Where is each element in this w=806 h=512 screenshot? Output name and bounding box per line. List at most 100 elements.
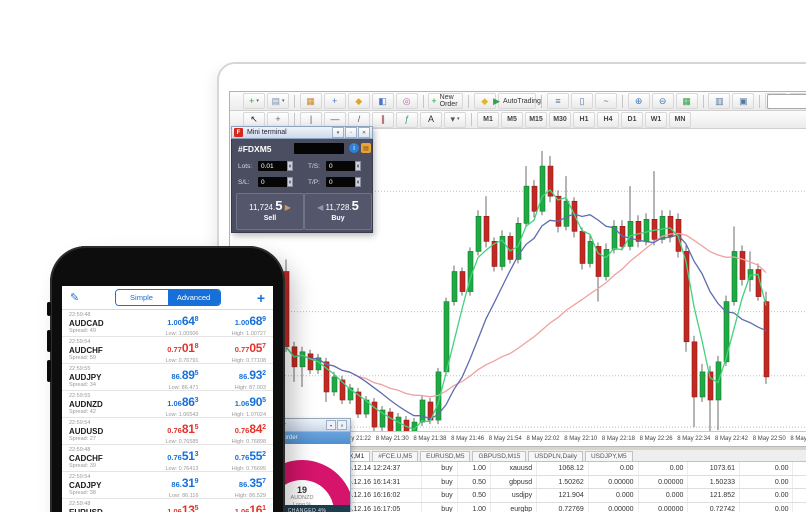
table-cell: xauusd <box>491 462 537 475</box>
quote-row-audusd[interactable]: 22:59:54AUDUSDSpread: 270.76815Low: 0.76… <box>62 418 273 445</box>
lots-stepper[interactable] <box>287 161 293 171</box>
terminal-tab-gbpusd-m15[interactable]: GBPUSD,M15 <box>472 451 526 461</box>
quote-bid[interactable]: 1.00648Low: 1.00506 <box>131 312 199 336</box>
quote-ask-price: 1.00689 <box>199 312 267 330</box>
lots-input[interactable]: 0.01 <box>258 161 289 171</box>
time-axis-label: 8 May 21:54 <box>489 436 522 442</box>
quote-high: High: 0.76695 <box>199 466 267 472</box>
quote-row-eurusd[interactable]: 22:59:48EURUSD1.061351.06161 <box>62 499 273 512</box>
mini-terminal-titlebar[interactable]: F Mini terminal ▾ ▫ ✕ <box>231 126 373 139</box>
quote-ask-price: 1.06905 <box>199 393 267 411</box>
quote-ask[interactable]: 86.932High: 87.003 <box>199 366 267 390</box>
quote-info: 22:59:54AUDCHFSpread: 59 <box>69 339 131 363</box>
quote-row-audjpy[interactable]: 22:59:55AUDJPYSpread: 3486.895Low: 86.47… <box>62 364 273 391</box>
quote-bid[interactable]: 0.77018Low: 0.76791 <box>131 339 199 363</box>
table-cell: 1073.61 <box>688 462 740 475</box>
sl-label: S/L: <box>238 179 250 186</box>
quote-bid[interactable]: 0.76815Low: 0.76585 <box>131 420 199 444</box>
quote-bid[interactable]: 0.76513Low: 0.76413 <box>131 447 199 471</box>
candle <box>628 221 633 246</box>
tab-advanced[interactable]: Advanced <box>168 290 220 305</box>
quote-pair: CADJPY <box>69 481 131 490</box>
add-symbol-icon[interactable]: + <box>245 290 265 306</box>
candle <box>644 219 649 241</box>
quote-pair: AUDCHF <box>69 346 131 355</box>
buy-button[interactable]: ◀ 11,728.5 Buy <box>304 193 372 230</box>
quote-bid-price: 0.76513 <box>131 447 199 465</box>
quote-info: 22:59:54AUDUSDSpread: 27 <box>69 420 131 444</box>
quote-ask[interactable]: 0.76552High: 0.76695 <box>199 447 267 471</box>
window-menu-icon[interactable]: ▾ <box>326 420 336 430</box>
window-menu-icon[interactable]: ▾ <box>332 127 344 138</box>
sell-price: 11,724. <box>249 203 275 212</box>
settings-icon[interactable]: ▤ <box>361 143 371 153</box>
quote-ask[interactable]: 0.76842High: 0.76898 <box>199 420 267 444</box>
quote-ask[interactable]: 0.77057High: 0.77108 <box>199 339 267 363</box>
table-cell <box>793 462 806 475</box>
sl-input[interactable]: 0 <box>258 177 289 187</box>
sell-price-big: 5 <box>275 198 282 213</box>
quote-bid[interactable]: 1.06135 <box>131 501 199 512</box>
time-axis-label: 8 May 22:42 <box>715 436 748 442</box>
quote-ask-price: 86.357 <box>199 474 267 492</box>
candle <box>764 302 769 377</box>
quotes-list: 22:59:48AUDCADSpread: 491.00648Low: 1.00… <box>62 310 273 512</box>
ts-input[interactable]: 0 <box>326 161 357 171</box>
quote-row-cadjpy[interactable]: 22:59:54CADJPYSpread: 3886.319Low: 86.11… <box>62 472 273 499</box>
phone-app-toolbar: ✎ Simple Advanced + <box>62 286 273 310</box>
window-close-icon[interactable]: ✕ <box>358 127 370 138</box>
candle <box>476 216 481 251</box>
quote-low: Low: 0.76585 <box>131 439 199 445</box>
quote-bid-price: 0.76815 <box>131 420 199 438</box>
quote-row-audnzd[interactable]: 22:59:55AUDNZDSpread: 421.06863Low: 1.06… <box>62 391 273 418</box>
edit-pencil-icon[interactable]: ✎ <box>70 291 90 304</box>
table-cell: 0.00000 <box>639 476 689 489</box>
quote-info: 22:59:48AUDCADSpread: 49 <box>69 312 131 336</box>
quote-bid[interactable]: 1.06863Low: 1.06543 <box>131 393 199 417</box>
candle <box>636 221 641 241</box>
app-logo-icon: F <box>234 128 243 137</box>
sell-button[interactable]: 11,724.5 ▶ Sell <box>236 193 304 230</box>
table-cell: buy <box>422 462 457 475</box>
quote-bid[interactable]: 86.319Low: 86.116 <box>131 474 199 498</box>
terminal-tab--fce-u-m5[interactable]: #FCE.U,M5 <box>372 451 418 461</box>
quote-spread: Spread: 34 <box>69 382 131 388</box>
quote-spread: Spread: 27 <box>69 436 131 442</box>
quote-row-audcad[interactable]: 22:59:48AUDCADSpread: 491.00648Low: 1.00… <box>62 310 273 337</box>
terminal-tab-eurusd-m5[interactable]: EURUSD,M5 <box>420 451 470 461</box>
quote-pair: AUDNZD <box>69 400 131 409</box>
smartphone: ✎ Simple Advanced + 22:59:48AUDCADSpread… <box>50 246 285 512</box>
candle <box>508 236 513 259</box>
table-cell: 121.904 <box>537 489 589 502</box>
window-close-icon[interactable]: ✕ <box>337 420 347 430</box>
table-cell: 0.50 <box>458 489 491 502</box>
quote-ask[interactable]: 1.06161 <box>199 501 267 512</box>
tp-input[interactable]: 0 <box>326 177 357 187</box>
quote-ask[interactable]: 1.06905High: 1.07024 <box>199 393 267 417</box>
window-collapse-icon[interactable]: ▫ <box>345 127 357 138</box>
table-cell: eurgbp <box>491 503 537 512</box>
quote-row-cadchf[interactable]: 22:59:48CADCHFSpread: 390.76513Low: 0.76… <box>62 445 273 472</box>
candle <box>540 166 545 211</box>
tab-simple[interactable]: Simple <box>116 290 168 305</box>
tp-stepper[interactable] <box>355 177 361 187</box>
quote-display <box>294 143 344 154</box>
table-cell: gbpusd <box>491 476 537 489</box>
table-cell: 0.00 <box>589 462 639 475</box>
terminal-tab-usdpln-daily[interactable]: USDPLN,Daily <box>528 451 583 461</box>
quote-row-audchf[interactable]: 22:59:54AUDCHFSpread: 590.77018Low: 0.76… <box>62 337 273 364</box>
table-cell: 0.00 <box>639 462 689 475</box>
candle <box>588 241 593 263</box>
terminal-tab-usdjpy-m5[interactable]: USDJPY,M5 <box>585 451 633 461</box>
quote-bid[interactable]: 86.895Low: 86.471 <box>131 366 199 390</box>
ts-stepper[interactable] <box>355 161 361 171</box>
sl-stepper[interactable] <box>287 177 293 187</box>
quote-ask[interactable]: 1.00689High: 1.00727 <box>199 312 267 336</box>
info-icon[interactable]: i <box>349 143 359 153</box>
table-cell: 1.00 <box>458 462 491 475</box>
ts-label: T/S: <box>308 163 320 170</box>
quote-bid-price: 0.77018 <box>131 339 199 357</box>
buy-arrow-icon: ◀ <box>317 203 323 212</box>
quote-pair: EURUSD <box>69 508 131 512</box>
quote-ask[interactable]: 86.357High: 86.529 <box>199 474 267 498</box>
